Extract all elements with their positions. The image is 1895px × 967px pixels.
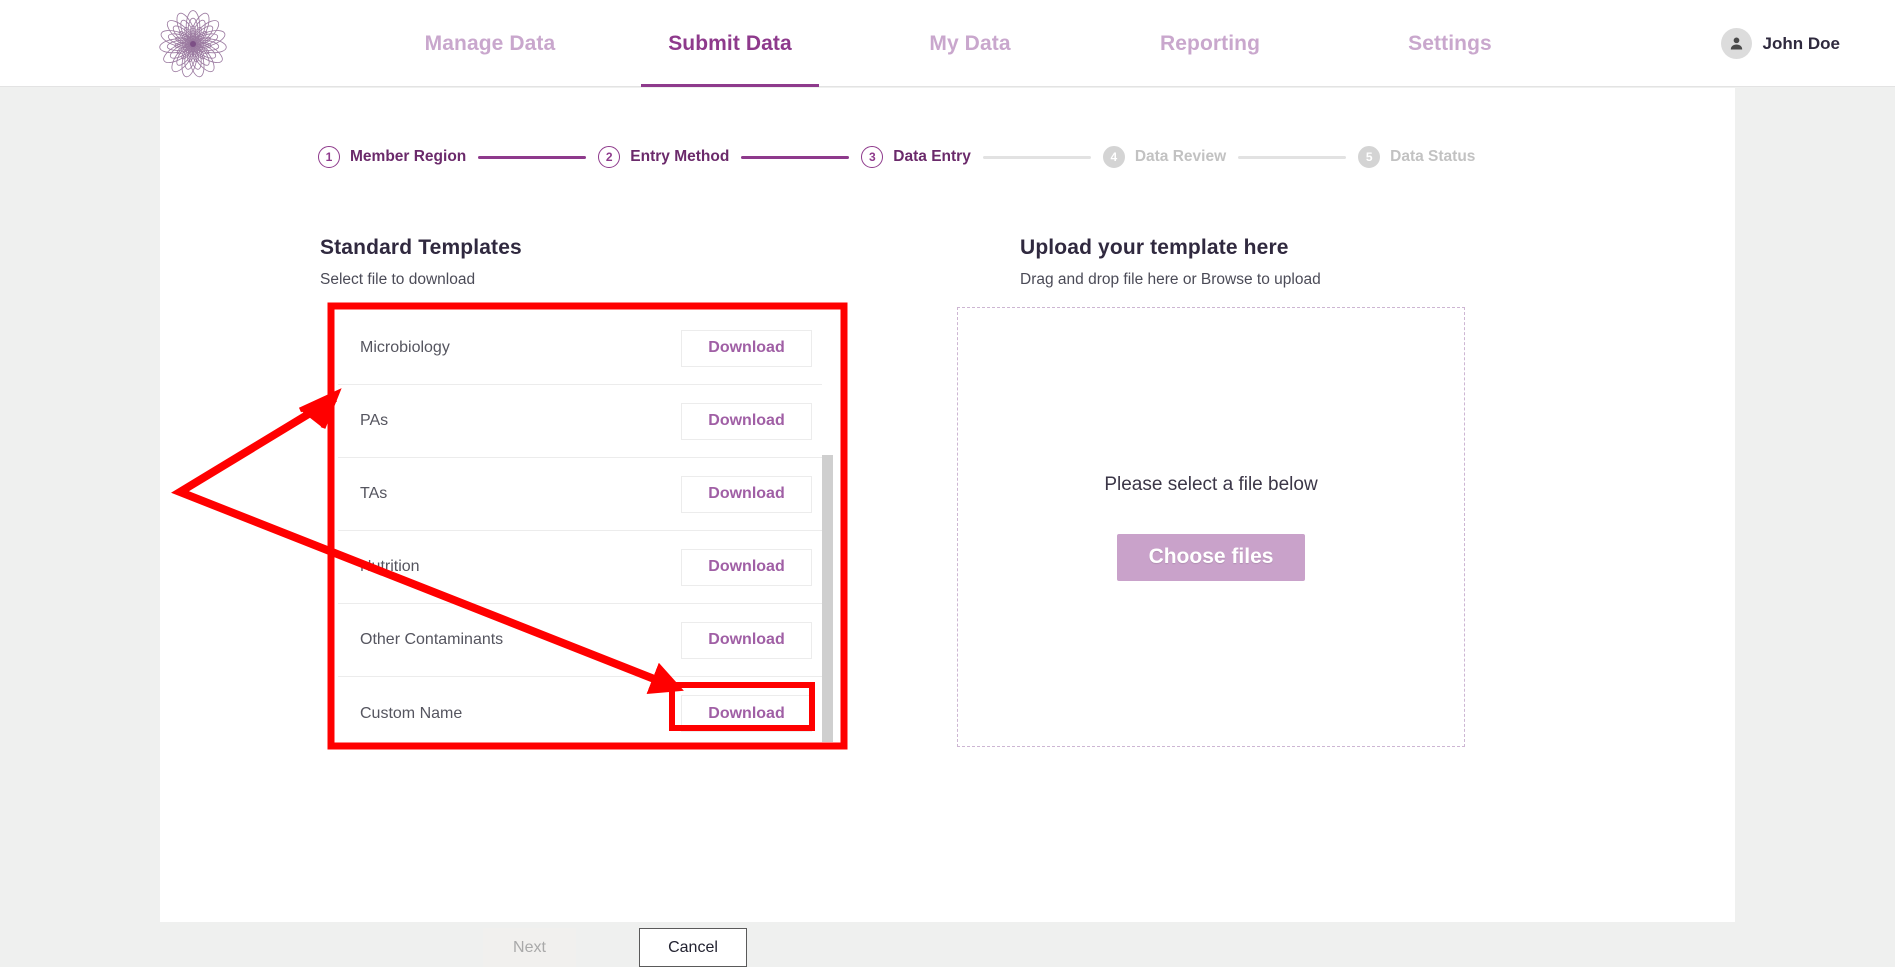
download-button[interactable]: Download [681, 475, 812, 513]
template-name: Nutrition [360, 558, 420, 575]
step-data-status: 5 Data Status [1358, 146, 1475, 168]
step-number: 5 [1358, 146, 1381, 168]
download-button[interactable]: Download [681, 548, 812, 586]
step-connector [741, 155, 850, 159]
nav-item-submit-data[interactable]: Submit Data [641, 0, 819, 87]
user-name: John Doe [1762, 33, 1840, 53]
progress-stepper: 1 Member Region 2 Entry Method 3 Data En… [318, 146, 1475, 168]
app-header: Manage Data Submit Data My Data Reportin… [0, 0, 1895, 87]
template-row: PAs Download [338, 385, 830, 458]
step-number: 3 [861, 146, 884, 168]
nav-item-my-data[interactable]: My Data [929, 0, 1010, 87]
step-label: Data Entry [893, 148, 971, 165]
template-name: PAs [360, 412, 389, 429]
choose-files-button[interactable]: Choose files [1116, 533, 1306, 581]
standard-templates-list: Microbiology Download PAs Download TAs Downlo… [338, 312, 830, 742]
step-data-review: 4 Data Review [1102, 146, 1227, 168]
dropzone-message: Please select a file below [1104, 473, 1318, 495]
file-dropzone[interactable]: Please select a file below Choose files [957, 307, 1465, 747]
template-row: Other Contaminants Download [338, 604, 830, 677]
template-row: Nutrition Download [338, 531, 830, 604]
template-name: Other Contaminants [360, 631, 504, 648]
next-button[interactable]: Next [483, 928, 576, 967]
user-menu[interactable]: John Doe [1720, 0, 1840, 87]
upload-panel-subtitle: Drag and drop file here or Browse to upl… [1020, 271, 1321, 288]
cancel-button[interactable]: Cancel [639, 928, 747, 967]
avatar [1720, 28, 1752, 59]
step-connector [1238, 155, 1347, 159]
step-number: 2 [598, 146, 621, 168]
step-connector [478, 155, 587, 159]
download-button[interactable]: Download [681, 329, 812, 367]
template-row: Microbiology Download [338, 312, 830, 385]
step-number: 4 [1102, 146, 1125, 168]
nav-item-manage-data[interactable]: Manage Data [425, 0, 556, 87]
templates-scrollbar-thumb[interactable] [822, 455, 833, 742]
download-button[interactable]: Download [681, 621, 812, 659]
step-label: Data Status [1390, 148, 1476, 165]
main-navigation: Manage Data Submit Data My Data Reportin… [370, 0, 1570, 87]
step-connector [982, 155, 1091, 159]
nav-item-reporting[interactable]: Reporting [1160, 0, 1260, 87]
template-name: Microbiology [360, 339, 450, 356]
download-button[interactable]: Download [681, 695, 812, 732]
wizard-footer: Next Cancel [483, 928, 747, 967]
step-entry-method[interactable]: 2 Entry Method [598, 146, 729, 168]
templates-panel-title: Standard Templates [320, 236, 522, 259]
step-label: Data Review [1134, 148, 1227, 165]
upload-panel-header: Upload your template here Drag and drop … [1020, 236, 1580, 289]
template-row: TAs Download [338, 458, 830, 531]
templates-panel-subtitle: Select file to download [320, 271, 476, 288]
nav-item-settings[interactable]: Settings [1408, 0, 1492, 87]
template-row: Custom Name Download [338, 677, 830, 742]
template-name: TAs [360, 485, 388, 502]
step-data-entry[interactable]: 3 Data Entry [861, 146, 971, 168]
download-button[interactable]: Download [681, 402, 812, 440]
step-label: Entry Method [630, 148, 730, 165]
step-member-region[interactable]: 1 Member Region [318, 146, 466, 168]
step-number: 1 [318, 146, 340, 168]
step-label: Member Region [350, 148, 467, 165]
upload-panel-title: Upload your template here [1020, 236, 1289, 259]
template-name: Custom Name [360, 704, 463, 722]
flower-mandala-logo-icon [155, 6, 231, 82]
templates-panel-header: Standard Templates Select file to downlo… [320, 236, 880, 289]
